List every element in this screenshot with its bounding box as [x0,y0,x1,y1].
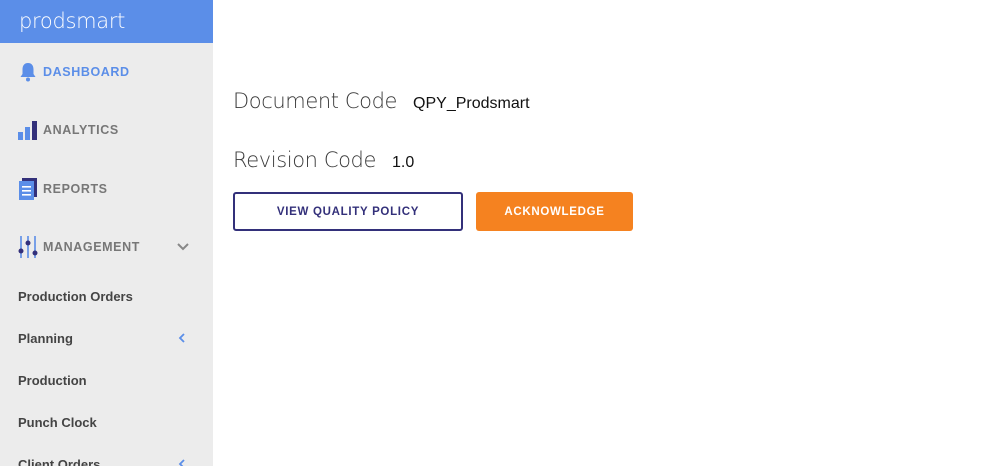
sliders-icon [18,236,38,258]
sidebar: prodsmart DASHBOARD ANALYTICS REPORTS MA… [0,0,213,466]
sidebar-item-management[interactable]: MANAGEMENT [0,227,213,267]
chevron-left-icon[interactable] [177,332,187,344]
document-code-row: Document Code QPY_Prodsmart [233,89,530,113]
sidebar-item-client-orders[interactable]: Client Orders [0,449,213,466]
document-code-label: Document Code [233,89,398,113]
sidebar-item-analytics[interactable]: ANALYTICS [0,110,213,150]
acknowledge-button[interactable]: ACKNOWLEDGE [476,192,633,231]
sidebar-item-label: ANALYTICS [43,123,119,137]
chevron-left-icon[interactable] [177,458,187,466]
sidebar-item-planning[interactable]: Planning [0,323,213,353]
sidebar-item-production[interactable]: Production [0,365,213,395]
sidebar-item-punch-clock[interactable]: Punch Clock [0,407,213,437]
sidebar-item-label: Production [18,372,87,388]
bell-icon [18,61,38,83]
revision-code-value: 1.0 [392,154,415,171]
document-code-value: QPY_Prodsmart [413,95,530,112]
sidebar-item-label: Client Orders [18,456,101,466]
sidebar-item-production-orders[interactable]: Production Orders [0,281,213,311]
revision-code-label: Revision Code [233,148,376,172]
sidebar-item-label: MANAGEMENT [43,240,140,254]
brand-logo[interactable]: prodsmart [0,0,213,43]
bar-chart-icon [18,119,38,141]
sidebar-item-label: Punch Clock [18,414,97,430]
chevron-down-icon[interactable] [176,240,190,254]
revision-code-row: Revision Code 1.0 [233,148,414,172]
document-icon [18,178,38,200]
app-window: prodsmart DASHBOARD ANALYTICS REPORTS MA… [0,0,995,466]
sidebar-item-label: Production Orders [18,288,133,304]
sidebar-item-dashboard[interactable]: DASHBOARD [0,52,213,92]
sidebar-item-reports[interactable]: REPORTS [0,169,213,209]
sidebar-item-label: REPORTS [43,182,108,196]
sidebar-item-label: DASHBOARD [43,65,130,79]
sidebar-item-label: Planning [18,330,73,346]
view-quality-policy-button[interactable]: VIEW QUALITY POLICY [233,192,463,231]
main-content: Document Code QPY_Prodsmart Revision Cod… [213,0,995,466]
